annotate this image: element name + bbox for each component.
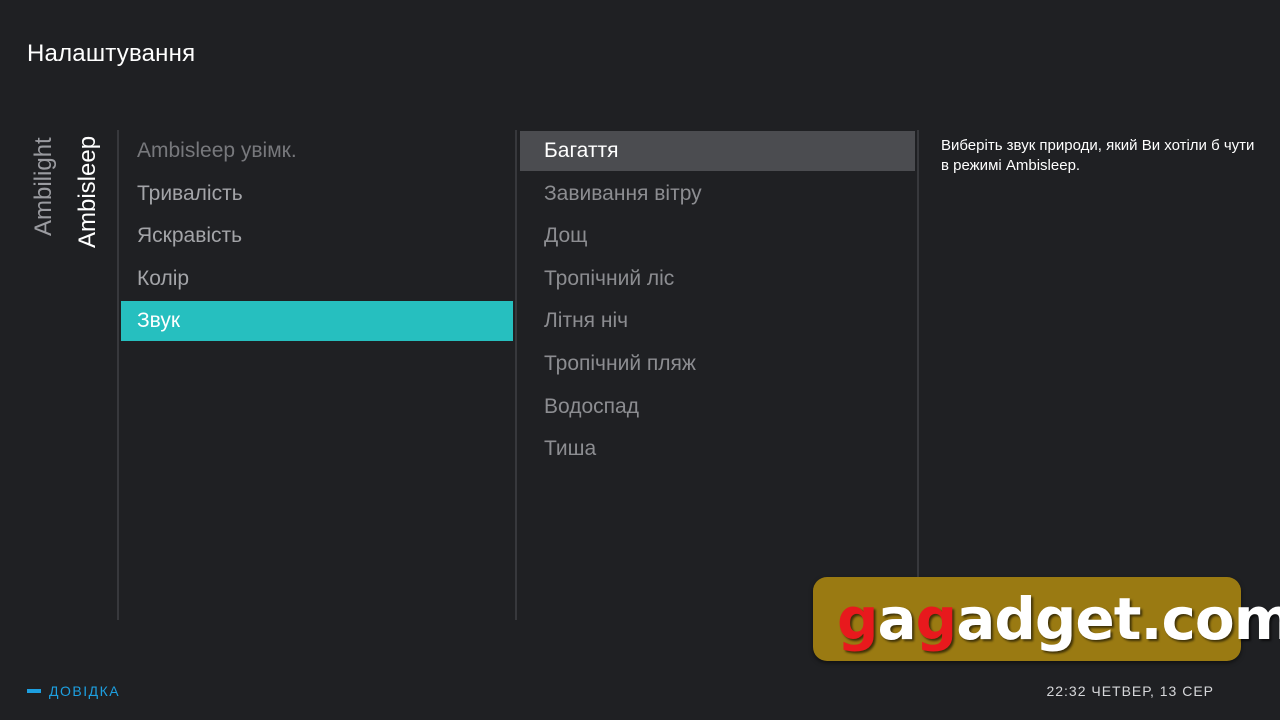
sound-item-summer-night[interactable]: Літня ніч <box>520 301 915 341</box>
sound-item-tropical-beach[interactable]: Тропічний пляж <box>520 344 915 384</box>
main-menu: Ambisleep увімк. Тривалість Яскравість К… <box>121 131 513 344</box>
divider-left <box>117 130 119 620</box>
menu-item-ambisleep-on[interactable]: Ambisleep увімк. <box>121 131 513 171</box>
help-description: Виберіть звук природи, який Ви хотіли б … <box>941 137 1255 174</box>
clock-date: 22:32 ЧЕТВЕР, 13 СЕР <box>1046 683 1214 699</box>
menu-item-color[interactable]: Колір <box>121 259 513 299</box>
divider-right <box>917 130 919 580</box>
sound-menu: Багаття Завивання вітру Дощ Тропічний лі… <box>520 131 915 472</box>
blue-key-icon <box>27 689 41 693</box>
page-title: Налаштування <box>27 40 196 67</box>
sound-item-waterfall[interactable]: Водоспад <box>520 387 915 427</box>
sound-item-howling-wind[interactable]: Завивання вітру <box>520 174 915 214</box>
sound-item-rain[interactable]: Дощ <box>520 216 915 256</box>
sound-item-campfire[interactable]: Багаття <box>520 131 915 171</box>
watermark-text: gagadget.com <box>837 585 1280 653</box>
help-button[interactable]: ДОВІДКА <box>27 683 120 699</box>
menu-item-brightness[interactable]: Яскравість <box>121 216 513 256</box>
settings-screen: Налаштування Ambilight Ambisleep Ambisle… <box>0 0 1280 720</box>
gagadget-watermark-logo: gagadget.com <box>813 577 1280 661</box>
menu-item-duration[interactable]: Тривалість <box>121 174 513 214</box>
sound-item-silence[interactable]: Тиша <box>520 429 915 469</box>
divider-middle <box>515 130 517 620</box>
tab-ambisleep[interactable]: Ambisleep <box>74 136 102 248</box>
help-label: ДОВІДКА <box>49 683 121 699</box>
menu-item-sound[interactable]: Звук <box>121 301 513 342</box>
tab-ambilight[interactable]: Ambilight <box>30 137 58 236</box>
sound-item-rainforest[interactable]: Тропічний ліс <box>520 259 915 299</box>
